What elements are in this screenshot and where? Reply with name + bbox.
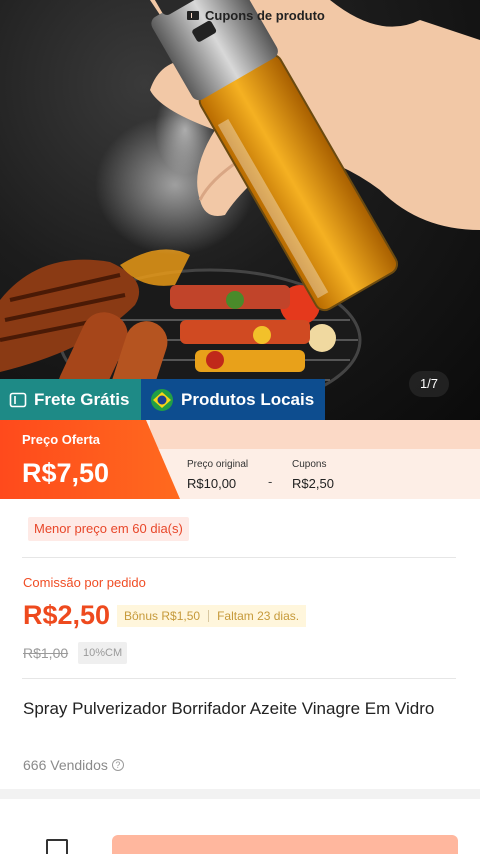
coupons-header-bg bbox=[150, 420, 480, 449]
product-photo-illustration bbox=[0, 0, 480, 412]
divider bbox=[22, 678, 456, 679]
coupons-title[interactable]: Cupons de produto bbox=[187, 8, 325, 23]
bonus-separator bbox=[208, 610, 210, 622]
primary-action-button[interactable] bbox=[112, 835, 458, 854]
coupons-label: Cupons bbox=[292, 459, 327, 470]
info-icon[interactable]: ? bbox=[111, 759, 124, 771]
section-separator bbox=[0, 789, 480, 799]
sold-count-label: 666 Vendidos bbox=[23, 757, 108, 773]
offer-price-value: R$7,50 bbox=[22, 458, 110, 488]
product-image[interactable]: 1/7 bbox=[0, 0, 480, 420]
divider bbox=[22, 557, 456, 558]
brazil-flag-icon bbox=[150, 388, 174, 412]
free-shipping-badge: Frete Grátis bbox=[0, 379, 141, 420]
coupons-value: R$2,50 bbox=[292, 476, 334, 491]
bonus-tag: Bônus R$1,50 Faltam 23 dias. bbox=[117, 605, 307, 627]
old-commission-value: R$1,00 bbox=[23, 645, 69, 661]
lowest-price-tag: Menor preço em 60 dia(s) bbox=[28, 517, 189, 541]
offer-price-label: Preço Oferta bbox=[22, 432, 101, 447]
image-counter: 1/7 bbox=[409, 371, 449, 397]
bonus-label: Bônus R$1,50 bbox=[124, 609, 201, 623]
local-products-badge: Produtos Locais bbox=[141, 379, 325, 420]
sold-count: 666 Vendidos ? bbox=[23, 757, 124, 773]
minus-sign: - bbox=[268, 474, 273, 489]
truck-icon bbox=[9, 391, 27, 409]
free-shipping-label: Frete Grátis bbox=[34, 389, 130, 409]
product-title: Spray Pulverizador Borrifador Azeite Vin… bbox=[23, 699, 435, 718]
original-price-value: R$10,00 bbox=[187, 476, 237, 491]
original-price-label: Preço original bbox=[187, 459, 249, 470]
coupons-title-label: Cupons de produto bbox=[205, 8, 325, 23]
ticket-icon bbox=[187, 11, 199, 20]
commission-rate-tag: 10%CM bbox=[78, 642, 128, 664]
product-page: 1/7 Frete Grátis Produtos Locais Preço O… bbox=[0, 0, 480, 854]
commission-value: R$2,50 bbox=[23, 600, 111, 630]
commission-label: Comissão por pedido bbox=[23, 575, 146, 590]
local-products-label: Produtos Locais bbox=[181, 389, 315, 409]
store-icon[interactable] bbox=[46, 839, 68, 854]
days-left-label: Faltam 23 dias. bbox=[217, 609, 300, 623]
